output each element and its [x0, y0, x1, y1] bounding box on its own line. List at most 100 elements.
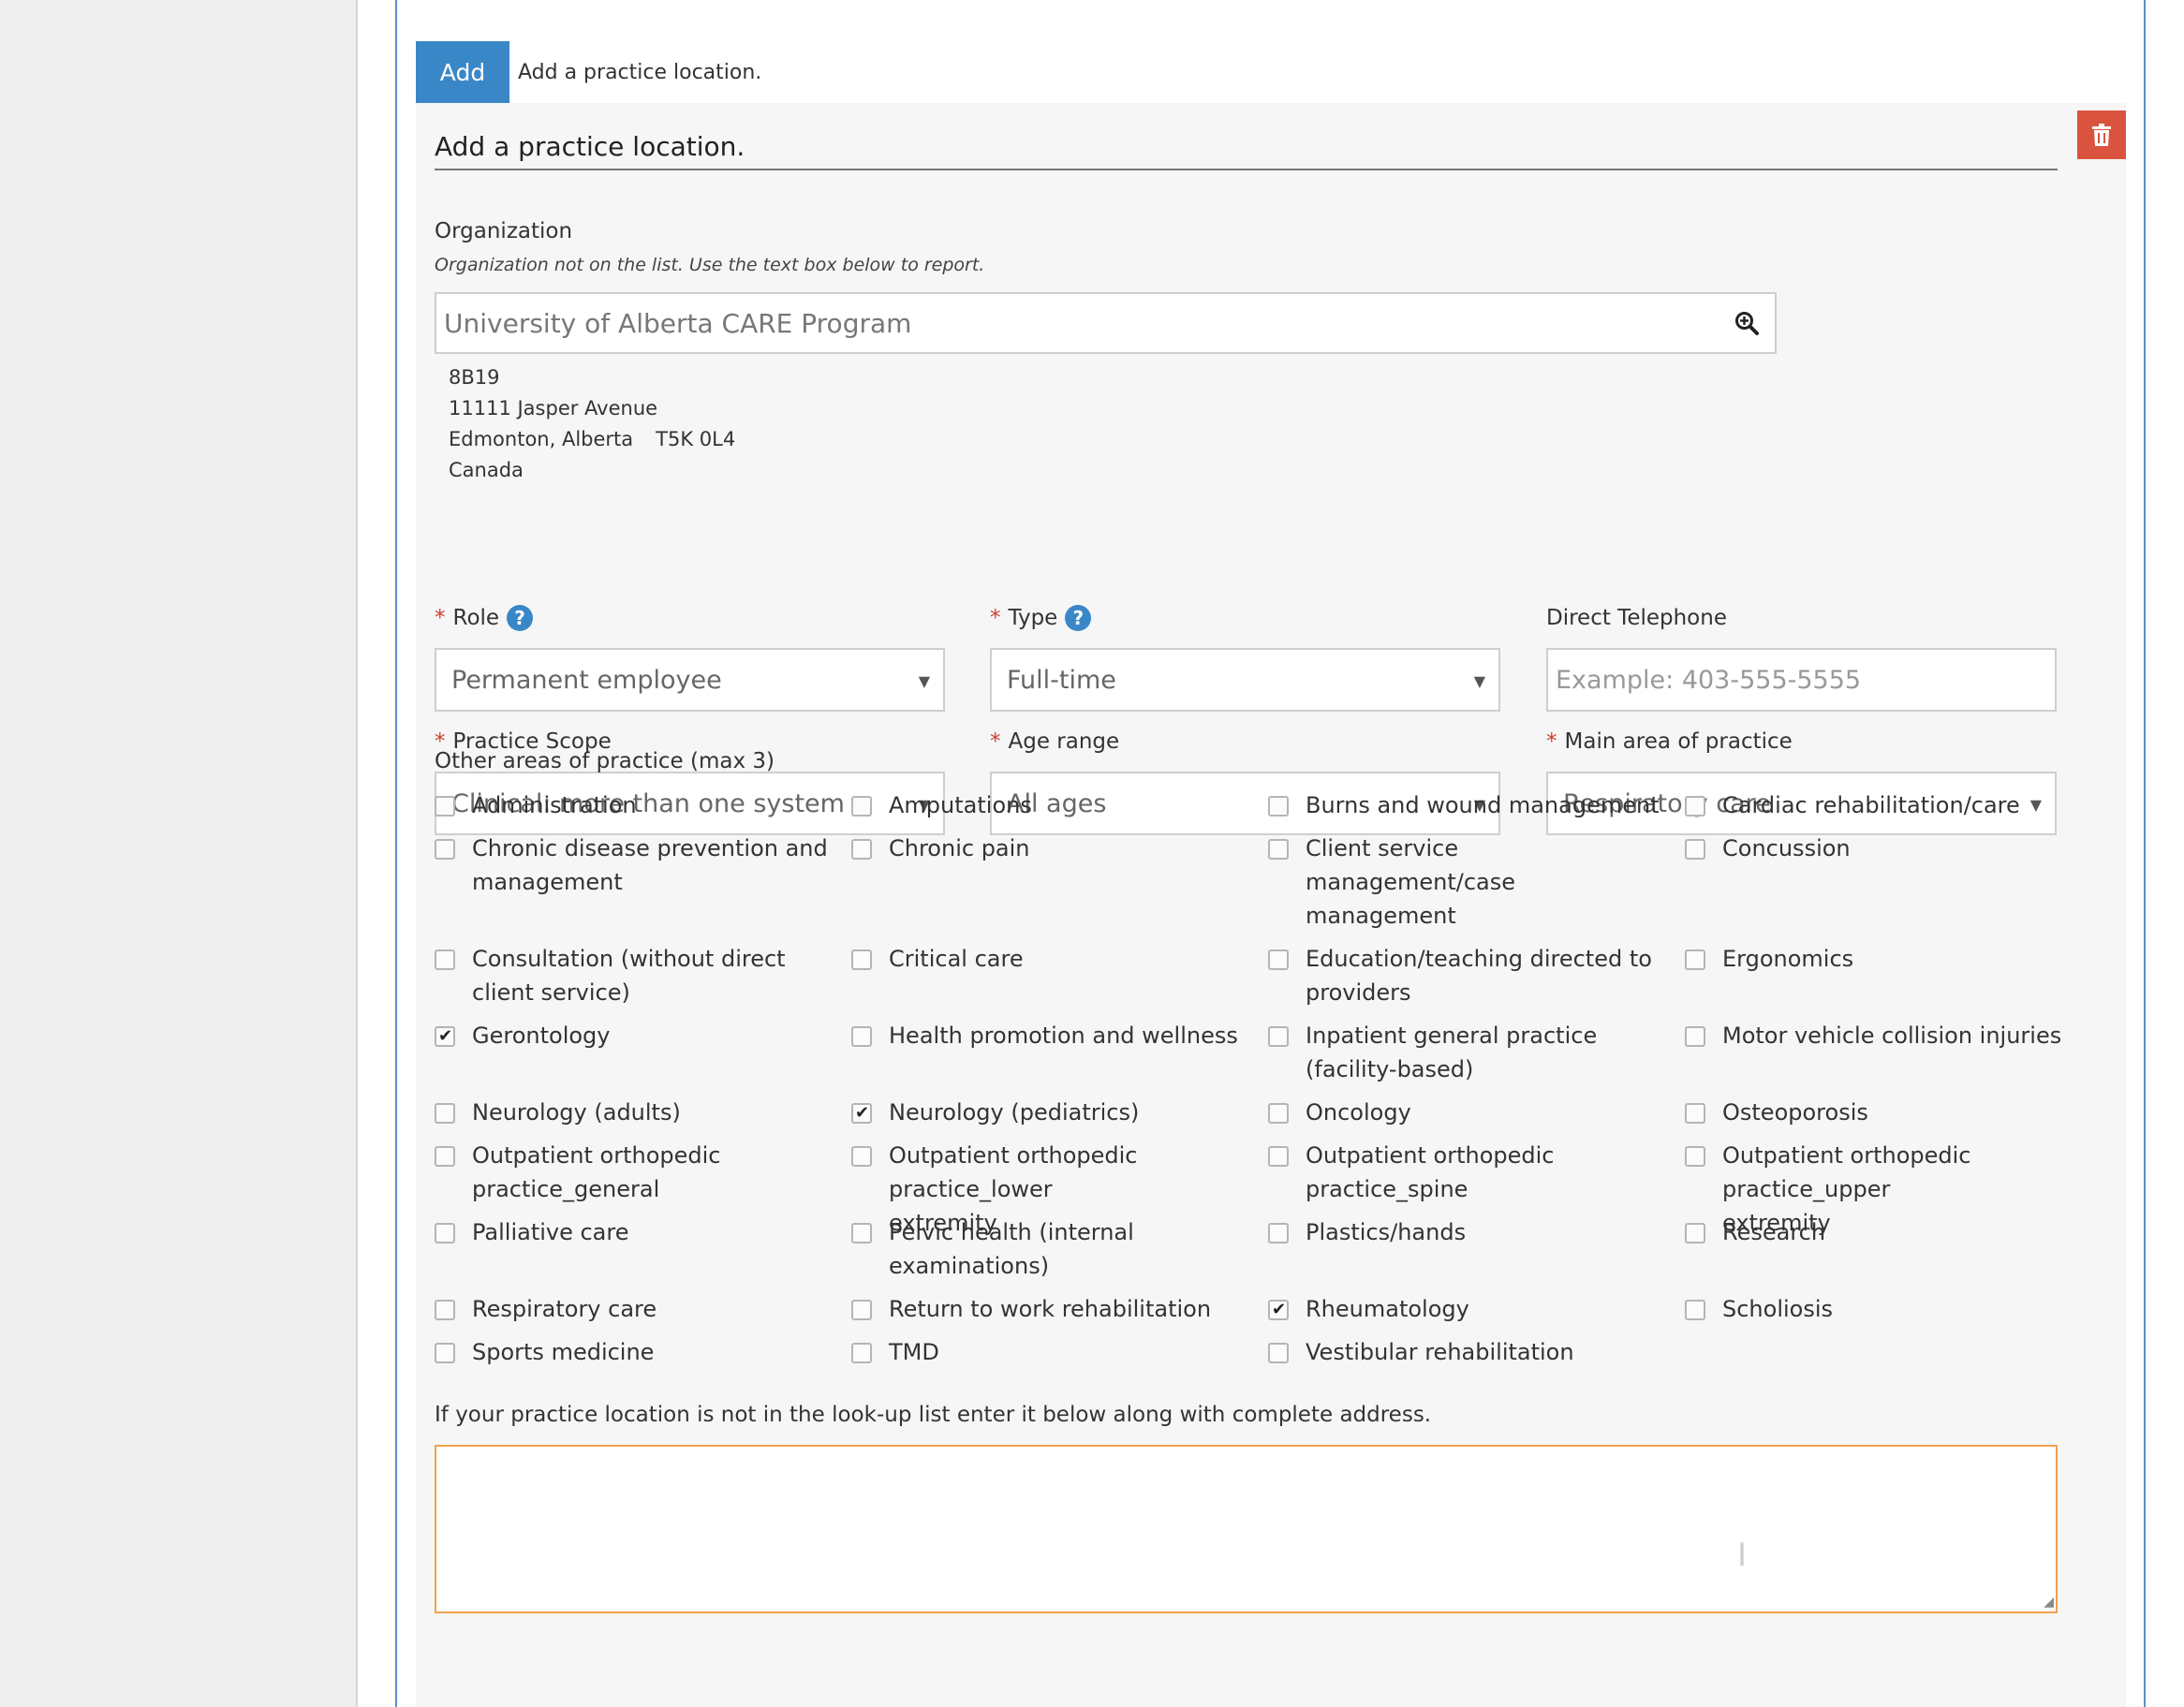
checkbox-option[interactable]: Plastics/hands — [1268, 1215, 1680, 1249]
checkbox[interactable] — [435, 1020, 455, 1053]
checkbox-label: Motor vehicle collision injuries — [1722, 1023, 2062, 1049]
zoom-in-icon[interactable] — [1719, 311, 1775, 335]
resize-grip-icon[interactable]: ◢ — [2044, 1595, 2054, 1610]
checkbox-option[interactable]: Health promotion and wellness — [851, 1019, 1263, 1052]
text-cursor-icon: I — [1736, 1537, 1747, 1574]
checkbox[interactable] — [1268, 1223, 1289, 1243]
address-line-1: 8B19 — [449, 366, 500, 389]
checkbox[interactable] — [1685, 1300, 1705, 1320]
checkbox-option[interactable]: Palliative care — [435, 1215, 847, 1249]
dropdown-caret-icon: ▼ — [1473, 672, 1485, 690]
lookup-textarea[interactable]: I ◢ — [435, 1445, 2058, 1613]
checkbox[interactable] — [1685, 1026, 1705, 1047]
checkbox[interactable] — [435, 1146, 455, 1167]
checkbox[interactable] — [851, 839, 872, 860]
checkbox[interactable] — [435, 1343, 455, 1363]
checkbox-option[interactable]: Chronic pain — [851, 831, 1263, 865]
checkbox[interactable] — [851, 1146, 872, 1167]
checkbox-option[interactable]: Rheumatology — [1268, 1292, 1680, 1327]
checkbox[interactable] — [1268, 1343, 1289, 1363]
checkbox[interactable] — [1268, 796, 1289, 817]
checkbox[interactable] — [851, 949, 872, 970]
checkbox-option[interactable]: Neurology (pediatrics) — [851, 1096, 1263, 1130]
checkbox-option[interactable]: Osteoporosis — [1685, 1096, 2097, 1129]
checkbox-option[interactable]: Burns and wound management — [1268, 788, 1680, 822]
checkbox-option[interactable]: Motor vehicle collision injuries — [1685, 1019, 2097, 1052]
required-mark: * — [1546, 729, 1557, 754]
lookup-label: If your practice location is not in the … — [435, 1403, 1432, 1427]
checkbox[interactable] — [435, 1300, 455, 1320]
checkbox[interactable] — [1268, 1146, 1289, 1167]
type-select[interactable]: Full-time ▼ — [990, 648, 1500, 712]
organization-input[interactable]: University of Alberta CARE Program — [435, 292, 1777, 354]
role-select[interactable]: Permanent employee ▼ — [435, 648, 945, 712]
checkbox-label: Burns and wound management — [1306, 792, 1660, 818]
checkbox[interactable] — [1268, 1103, 1289, 1124]
checkbox-option[interactable]: Outpatient orthopedic practice_spine — [1268, 1139, 1577, 1206]
checkbox-label: Outpatient orthopedic practice_general — [472, 1142, 721, 1202]
checkbox-option[interactable]: Neurology (adults) — [435, 1096, 847, 1129]
checkbox-option[interactable]: TMD — [851, 1335, 1263, 1369]
checkbox-option[interactable]: Gerontology — [435, 1019, 847, 1053]
checkbox-option[interactable]: Research — [1685, 1215, 2097, 1249]
checkbox[interactable] — [435, 1103, 455, 1124]
checkbox-option[interactable]: Critical care — [851, 942, 1263, 976]
checkbox[interactable] — [435, 1223, 455, 1243]
checkbox-option[interactable]: Inpatient general practice (facility-bas… — [1268, 1019, 1624, 1086]
checkbox-label: Pelvic health (internal examinations) — [889, 1219, 1134, 1279]
add-button[interactable]: Add — [416, 41, 509, 103]
checkbox[interactable] — [1268, 1293, 1289, 1327]
phone-input[interactable]: Example: 403-555-5555 — [1546, 648, 2057, 712]
organization-address: 8B19 11111 Jasper Avenue Edmonton, Alber… — [449, 362, 735, 486]
checkbox[interactable] — [435, 839, 455, 860]
phone-placeholder: Example: 403-555-5555 — [1556, 665, 1862, 695]
card-title: Add a practice location. — [435, 131, 2058, 170]
checkbox[interactable] — [851, 1300, 872, 1320]
checkbox[interactable] — [1685, 1146, 1705, 1167]
checkbox-label: Amputations — [889, 792, 1032, 818]
question-circle-icon[interactable]: ? — [1065, 605, 1092, 631]
checkbox-option[interactable]: Pelvic health (internal examinations) — [851, 1215, 1160, 1283]
checkbox[interactable] — [851, 796, 872, 817]
checkbox-option[interactable]: Amputations — [851, 788, 1263, 822]
phone-label: Direct Telephone — [1546, 606, 1727, 630]
checkbox-label: Rheumatology — [1306, 1296, 1469, 1322]
role-label: Role — [452, 606, 500, 630]
checkbox[interactable] — [1268, 1026, 1289, 1047]
age-label: Age range — [1008, 729, 1120, 754]
checkbox-option[interactable]: Education/teaching directed to providers — [1268, 942, 1680, 1009]
checkbox-option[interactable]: Administration — [435, 788, 847, 822]
checkbox-option[interactable]: Respiratory care — [435, 1292, 847, 1326]
checkbox-option[interactable]: Outpatient orthopedic practice_general — [435, 1139, 734, 1206]
checkbox-option[interactable]: Ergonomics — [1685, 942, 2097, 976]
checkbox-option[interactable]: Sports medicine — [435, 1335, 847, 1369]
checkbox-option[interactable]: Oncology — [1268, 1096, 1680, 1129]
checkbox[interactable] — [435, 796, 455, 817]
checkbox[interactable] — [435, 949, 455, 970]
checkbox-option[interactable]: Return to work rehabilitation — [851, 1292, 1263, 1326]
checkbox-label: Neurology (pediatrics) — [889, 1099, 1140, 1126]
checkbox-option[interactable]: Chronic disease prevention and managemen… — [435, 831, 847, 899]
add-hint: Add a practice location. — [518, 60, 762, 84]
checkbox[interactable] — [851, 1343, 872, 1363]
phone-field: Direct Telephone Example: 403-555-5555 — [1546, 599, 2057, 712]
checkbox[interactable] — [1685, 839, 1705, 860]
checkbox-option[interactable]: Client service management/case managemen… — [1268, 831, 1624, 933]
checkbox[interactable] — [1685, 1223, 1705, 1243]
checkbox[interactable] — [1685, 796, 1705, 817]
checkbox[interactable] — [851, 1096, 872, 1130]
checkbox[interactable] — [1685, 949, 1705, 970]
checkbox[interactable] — [1685, 1103, 1705, 1124]
checkbox-option[interactable]: Vestibular rehabilitation — [1268, 1335, 1680, 1369]
checkbox-option[interactable]: Scholiosis — [1685, 1292, 2097, 1326]
delete-location-button[interactable] — [2077, 110, 2126, 159]
checkbox[interactable] — [851, 1026, 872, 1047]
checkbox-option[interactable]: Concussion — [1685, 831, 2097, 865]
address-postal: T5K 0L4 — [656, 428, 736, 450]
checkbox-option[interactable]: Cardiac rehabilitation/care — [1685, 788, 2097, 822]
question-circle-icon[interactable]: ? — [507, 605, 534, 631]
checkbox[interactable] — [851, 1223, 872, 1243]
checkbox-option[interactable]: Consultation (without direct client serv… — [435, 942, 847, 1009]
checkbox[interactable] — [1268, 839, 1289, 860]
checkbox[interactable] — [1268, 949, 1289, 970]
